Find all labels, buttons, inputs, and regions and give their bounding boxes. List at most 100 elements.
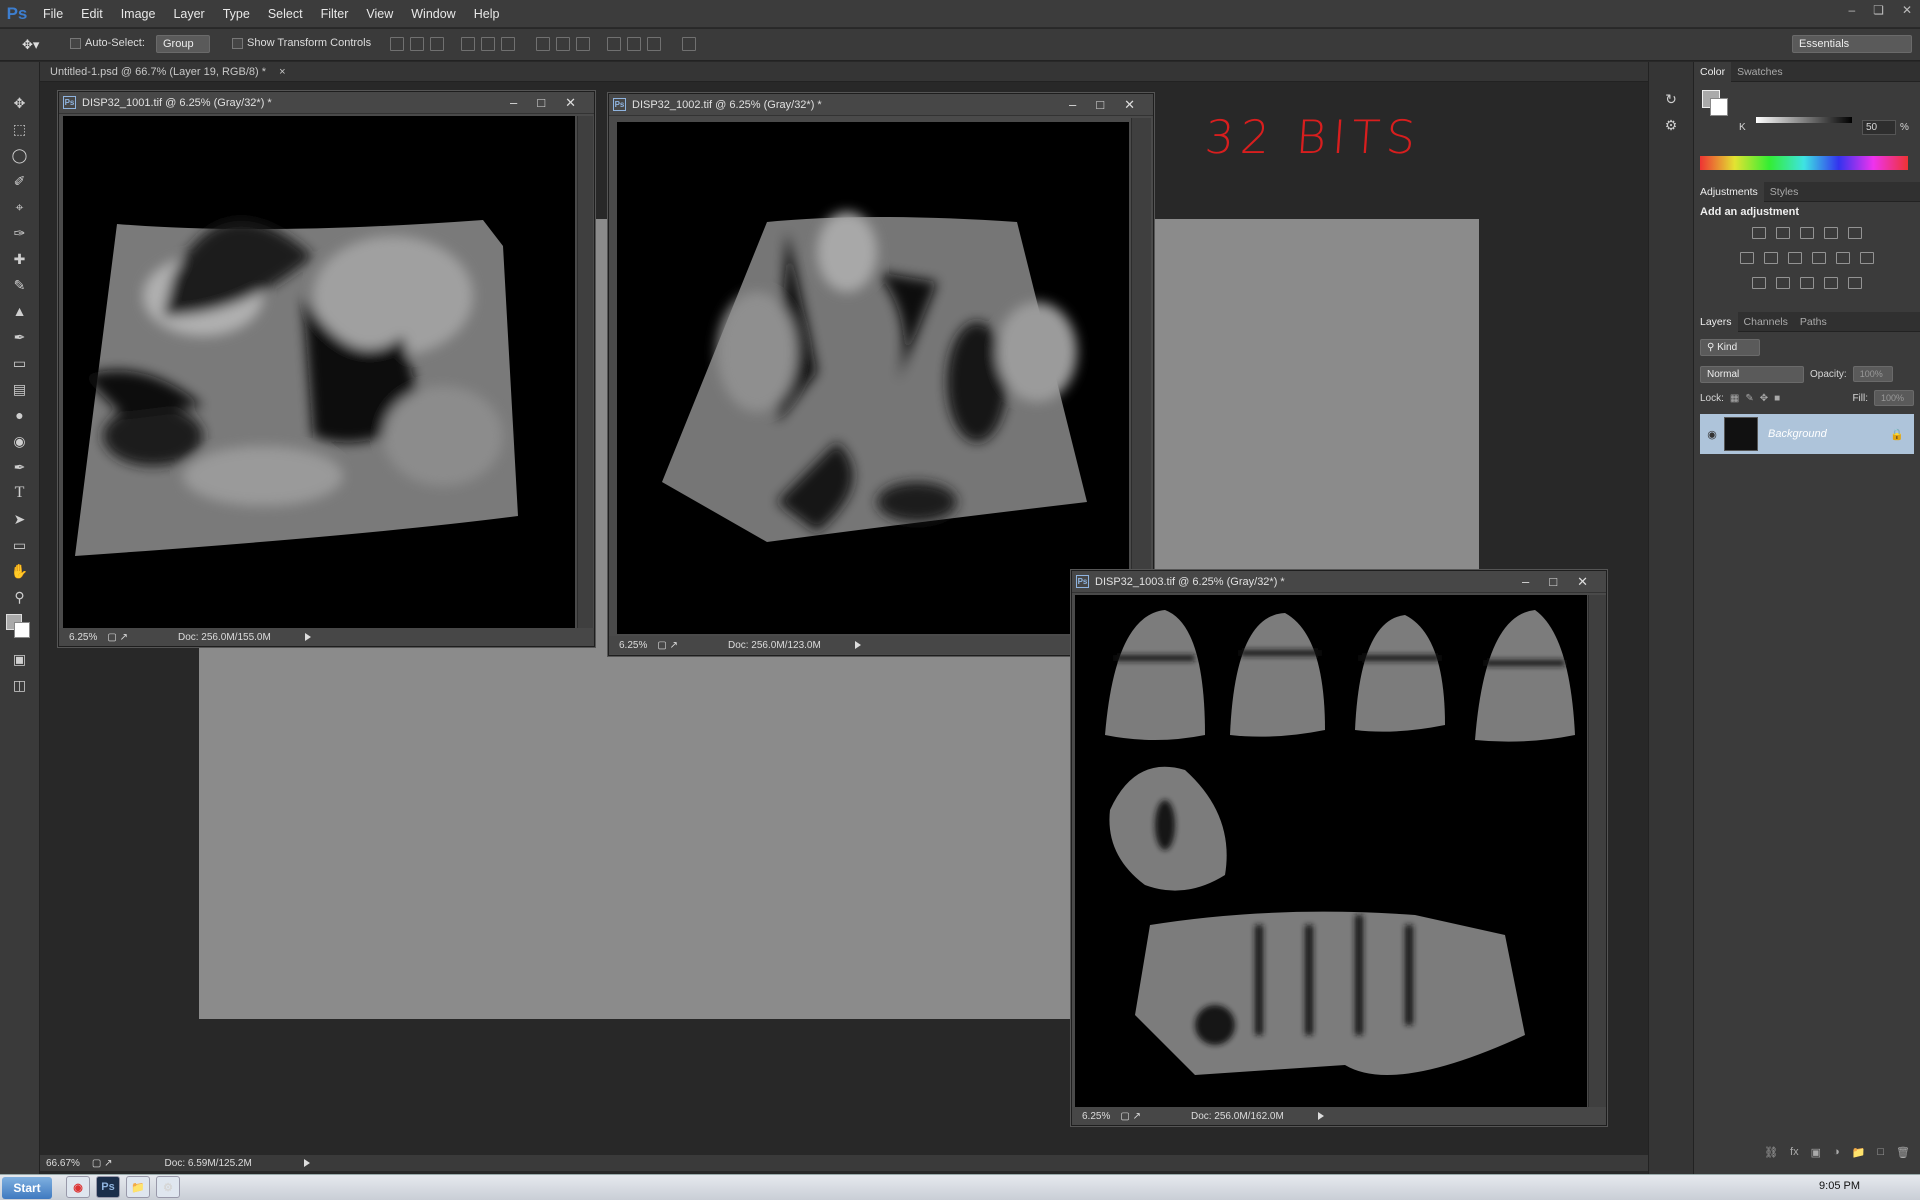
gradient-map-icon[interactable] bbox=[1848, 277, 1862, 289]
start-button[interactable]: Start bbox=[2, 1177, 52, 1199]
tab-layers[interactable]: Layers bbox=[1694, 311, 1738, 332]
chrome-icon[interactable]: ◉ bbox=[66, 1176, 90, 1198]
photoshop-taskbar-icon[interactable]: Ps bbox=[96, 1176, 120, 1198]
k-slider[interactable] bbox=[1756, 117, 1852, 123]
tab-adjustments[interactable]: Adjustments bbox=[1694, 181, 1764, 202]
color-swatches[interactable] bbox=[0, 612, 39, 646]
background-color-swatch[interactable] bbox=[1710, 98, 1728, 116]
auto-select-dropdown[interactable]: Group bbox=[156, 35, 210, 53]
color-balance-icon[interactable] bbox=[1764, 252, 1778, 264]
status-menu-arrow-icon[interactable] bbox=[1317, 1112, 1324, 1120]
minimize-icon[interactable]: – bbox=[1848, 0, 1855, 20]
hue-saturation-icon[interactable] bbox=[1740, 252, 1754, 264]
blur-tool-icon[interactable]: ● bbox=[7, 404, 33, 426]
document-image[interactable] bbox=[617, 122, 1129, 634]
layer-style-icon[interactable]: fx bbox=[1790, 1146, 1799, 1158]
document-window-titlebar[interactable]: Ps DISP32_1001.tif @ 6.25% (Gray/32*) * … bbox=[59, 92, 594, 114]
vertical-scrollbar[interactable] bbox=[577, 116, 593, 628]
rectangle-tool-icon[interactable]: ▭ bbox=[7, 534, 33, 556]
selective-color-icon[interactable] bbox=[1824, 277, 1838, 289]
lasso-tool-icon[interactable]: ◯ bbox=[7, 144, 33, 166]
document-window-3[interactable]: Ps DISP32_1003.tif @ 6.25% (Gray/32*) * … bbox=[1071, 570, 1607, 1126]
menu-type[interactable]: Type bbox=[214, 0, 259, 28]
distribute-left-icon[interactable] bbox=[607, 37, 622, 51]
minimize-icon[interactable]: – bbox=[1522, 574, 1529, 590]
close-icon[interactable]: ✕ bbox=[565, 95, 576, 111]
layer-name[interactable]: Background bbox=[1768, 428, 1827, 440]
black-white-icon[interactable] bbox=[1788, 252, 1802, 264]
new-group-icon[interactable]: 📁 bbox=[1852, 1146, 1866, 1159]
invert-icon[interactable] bbox=[1752, 277, 1766, 289]
align-right-icon[interactable] bbox=[501, 37, 516, 51]
explorer-icon[interactable]: 📁 bbox=[126, 1176, 150, 1198]
tab-styles[interactable]: Styles bbox=[1764, 182, 1805, 202]
app-icon[interactable]: ⚙ bbox=[156, 1176, 180, 1198]
lock-icons[interactable]: ▦✎✥■ bbox=[1730, 393, 1786, 404]
vibrance-icon[interactable] bbox=[1848, 227, 1862, 239]
distribute-right-icon[interactable] bbox=[647, 37, 662, 51]
vertical-scrollbar[interactable] bbox=[1131, 118, 1151, 636]
menu-select[interactable]: Select bbox=[259, 0, 312, 28]
zoom-level[interactable]: 6.25% bbox=[619, 640, 647, 651]
link-layers-icon[interactable]: ⛓ bbox=[1764, 1146, 1778, 1159]
menu-window[interactable]: Window bbox=[402, 0, 464, 28]
history-panel-icon[interactable]: ↻ bbox=[1658, 88, 1684, 110]
photo-filter-icon[interactable] bbox=[1812, 252, 1826, 264]
tab-paths[interactable]: Paths bbox=[1794, 312, 1833, 332]
close-tab-icon[interactable]: × bbox=[279, 66, 285, 78]
eyedropper-tool-icon[interactable]: ✑ bbox=[7, 222, 33, 244]
background-color-swatch[interactable] bbox=[14, 622, 30, 638]
menu-view[interactable]: View bbox=[357, 0, 402, 28]
posterize-icon[interactable] bbox=[1776, 277, 1790, 289]
align-bottom-icon[interactable] bbox=[430, 37, 444, 51]
color-lookup-icon[interactable] bbox=[1860, 252, 1874, 264]
clone-stamp-tool-icon[interactable]: ▲ bbox=[7, 300, 33, 322]
eraser-tool-icon[interactable]: ▭ bbox=[7, 352, 33, 374]
align-top-icon[interactable] bbox=[390, 37, 404, 51]
move-tool-preset-icon[interactable]: ✥▾ bbox=[22, 37, 39, 53]
close-icon[interactable]: ✕ bbox=[1124, 97, 1135, 113]
menu-help[interactable]: Help bbox=[465, 0, 509, 28]
quick-mask-icon[interactable]: ▣ bbox=[7, 648, 33, 670]
document-image[interactable] bbox=[63, 116, 575, 628]
maximize-icon[interactable]: □ bbox=[1549, 574, 1557, 590]
layer-kind-filter[interactable]: ⚲ Kind bbox=[1700, 338, 1760, 356]
brush-tool-icon[interactable]: ✎ bbox=[7, 274, 33, 296]
dodge-tool-icon[interactable]: ◉ bbox=[7, 430, 33, 452]
quick-select-tool-icon[interactable]: ✐ bbox=[7, 170, 33, 192]
color-spectrum[interactable] bbox=[1700, 156, 1908, 170]
restore-icon[interactable]: ❏ bbox=[1873, 0, 1884, 20]
auto-align-icon[interactable] bbox=[682, 37, 697, 51]
opacity-input[interactable]: 100% bbox=[1852, 366, 1893, 382]
zoom-tool-icon[interactable]: ⚲ bbox=[7, 586, 33, 608]
new-adjustment-icon[interactable]: ◑ bbox=[1833, 1146, 1840, 1158]
maximize-icon[interactable]: □ bbox=[537, 95, 545, 111]
zoom-level[interactable]: 6.25% bbox=[69, 632, 97, 643]
document-tab[interactable]: Untitled-1.psd @ 66.7% (Layer 19, RGB/8)… bbox=[50, 63, 296, 82]
distribute-top-icon[interactable] bbox=[536, 37, 551, 51]
workspace-dropdown[interactable]: Essentials bbox=[1792, 35, 1912, 53]
layer-row-background[interactable]: ◉ Background 🔒 bbox=[1700, 414, 1914, 454]
blend-mode-dropdown[interactable]: Normal bbox=[1700, 365, 1804, 383]
pen-tool-icon[interactable]: ✒ bbox=[7, 456, 33, 478]
history-brush-tool-icon[interactable]: ✒ bbox=[7, 326, 33, 348]
document-image[interactable] bbox=[1075, 595, 1587, 1107]
threshold-icon[interactable] bbox=[1800, 277, 1814, 289]
crop-tool-icon[interactable]: ⌖ bbox=[7, 196, 33, 218]
path-selection-tool-icon[interactable]: ➤ bbox=[7, 508, 33, 530]
menu-layer[interactable]: Layer bbox=[164, 0, 213, 28]
marquee-tool-icon[interactable]: ⬚ bbox=[7, 118, 33, 140]
close-icon[interactable]: ✕ bbox=[1577, 574, 1588, 590]
tab-swatches[interactable]: Swatches bbox=[1731, 62, 1789, 82]
distribute-bottom-icon[interactable] bbox=[576, 37, 591, 51]
menu-edit[interactable]: Edit bbox=[72, 0, 112, 28]
curves-icon[interactable] bbox=[1800, 227, 1814, 239]
zoom-level[interactable]: 66.67% bbox=[46, 1158, 80, 1169]
type-tool-icon[interactable]: T bbox=[7, 482, 33, 504]
minimize-icon[interactable]: – bbox=[1069, 97, 1076, 113]
menu-image[interactable]: Image bbox=[112, 0, 165, 28]
properties-panel-icon[interactable]: ⚙ bbox=[1658, 114, 1684, 136]
close-icon[interactable]: ✕ bbox=[1902, 0, 1912, 20]
maximize-icon[interactable]: □ bbox=[1096, 97, 1104, 113]
add-mask-icon[interactable]: ▣ bbox=[1811, 1146, 1821, 1159]
